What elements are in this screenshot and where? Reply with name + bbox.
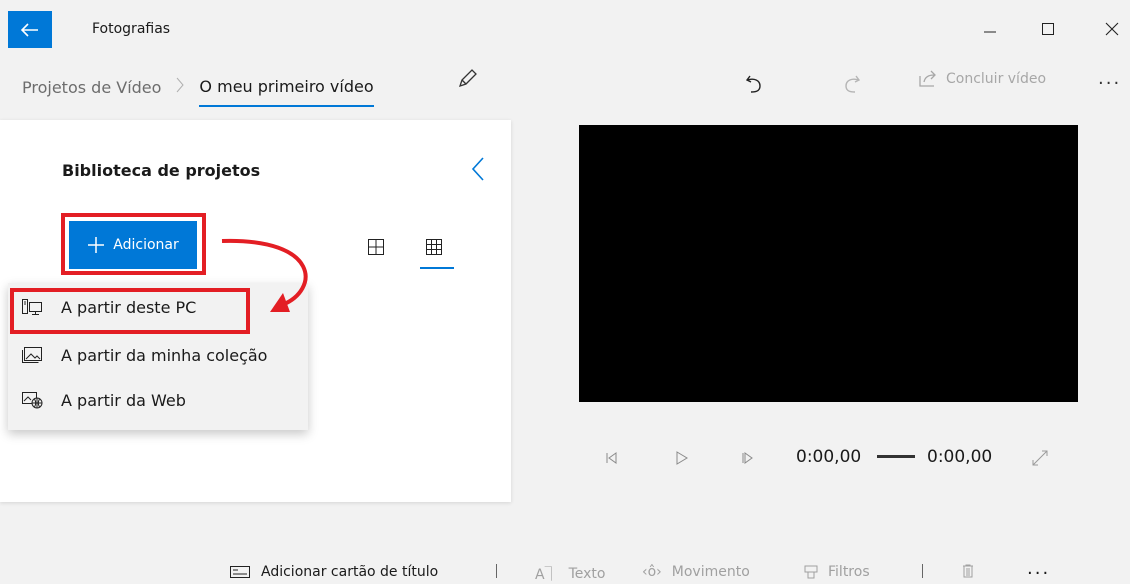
more-options-button[interactable]: ... [1027,558,1050,579]
finish-video-button[interactable]: Concluir vídeo [918,70,1046,88]
text-icon: A⏋ [535,567,559,583]
add-title-card-label: Adicionar cartão de título [261,564,439,580]
title-card-icon [230,566,250,578]
rename-button[interactable] [456,68,478,94]
storyboard-toolbar: Adicionar cartão de título A⏋ Texto ‹ô› … [0,556,1130,583]
minimize-button[interactable] [970,14,1010,44]
menu-item-label: A partir da Web [61,390,186,410]
previous-frame-icon [606,452,617,464]
motion-button[interactable]: ‹ô› Movimento [642,564,750,580]
redo-button[interactable] [840,70,862,96]
previous-frame-button[interactable] [604,443,618,473]
menu-item-label: A partir da minha coleção [61,345,268,365]
selected-view-indicator [420,267,454,269]
maximize-button[interactable] [1028,14,1068,44]
filters-button[interactable]: Filtros [804,564,870,580]
toolbar-separator [496,564,497,578]
text-button[interactable]: A⏋ Texto [535,564,605,584]
motion-label: Movimento [671,564,750,580]
trash-icon [963,564,973,578]
timeline-bar[interactable] [877,455,915,458]
redo-icon [845,75,861,93]
pencil-icon [458,69,477,88]
collection-icon [22,347,42,363]
delete-button[interactable] [962,564,974,578]
project-name[interactable]: O meu primeiro vídeo [199,77,374,107]
fullscreen-button[interactable] [1032,443,1048,473]
chevron-left-icon [471,157,484,181]
back-arrow-icon [21,22,38,37]
collapse-panel-button[interactable] [470,156,486,186]
current-time: 0:00,00 [796,447,862,467]
toolbar-separator [922,564,923,578]
from-pc-highlight [10,288,250,334]
play-button[interactable] [675,443,689,473]
expand-icon [1032,450,1048,466]
title-bar: Fotografias [0,0,1130,54]
menu-item-from-collection[interactable]: A partir da minha coleção [8,335,308,375]
breadcrumb: Projetos de Vídeo O meu primeiro vídeo [22,72,374,107]
panel-title: Biblioteca de projetos [62,161,261,180]
app-title: Fotografias [92,21,171,37]
undo-icon [745,75,761,93]
back-button[interactable] [8,11,52,48]
more-options-button[interactable]: ... [1098,68,1121,89]
share-icon [919,70,936,87]
video-preview[interactable] [579,125,1078,402]
motion-icon: ‹ô› [642,564,662,580]
add-title-card-button[interactable]: Adicionar cartão de título [229,564,438,580]
total-time: 0:00,00 [927,447,993,467]
grid-small-icon [426,239,442,255]
filters-label: Filtros [828,564,870,580]
view-large-grid-button[interactable] [367,238,385,260]
minimize-icon [984,31,996,33]
next-frame-button[interactable] [741,443,755,473]
web-image-icon [22,392,43,409]
menu-item-from-web[interactable]: A partir da Web [8,380,308,420]
breadcrumb-chevron-icon [176,77,185,97]
play-icon [676,451,688,465]
grid-large-icon [368,239,384,255]
next-frame-icon [742,452,753,464]
undo-button[interactable] [744,70,766,96]
filters-icon [804,565,818,579]
close-button[interactable] [1092,14,1130,44]
finish-video-label: Concluir vídeo [946,71,1047,87]
view-small-grid-button[interactable] [425,238,443,260]
maximize-icon [1042,23,1054,35]
add-button-highlight [61,213,206,275]
close-icon [1105,22,1119,36]
breadcrumb-root-link[interactable]: Projetos de Vídeo [22,78,161,97]
